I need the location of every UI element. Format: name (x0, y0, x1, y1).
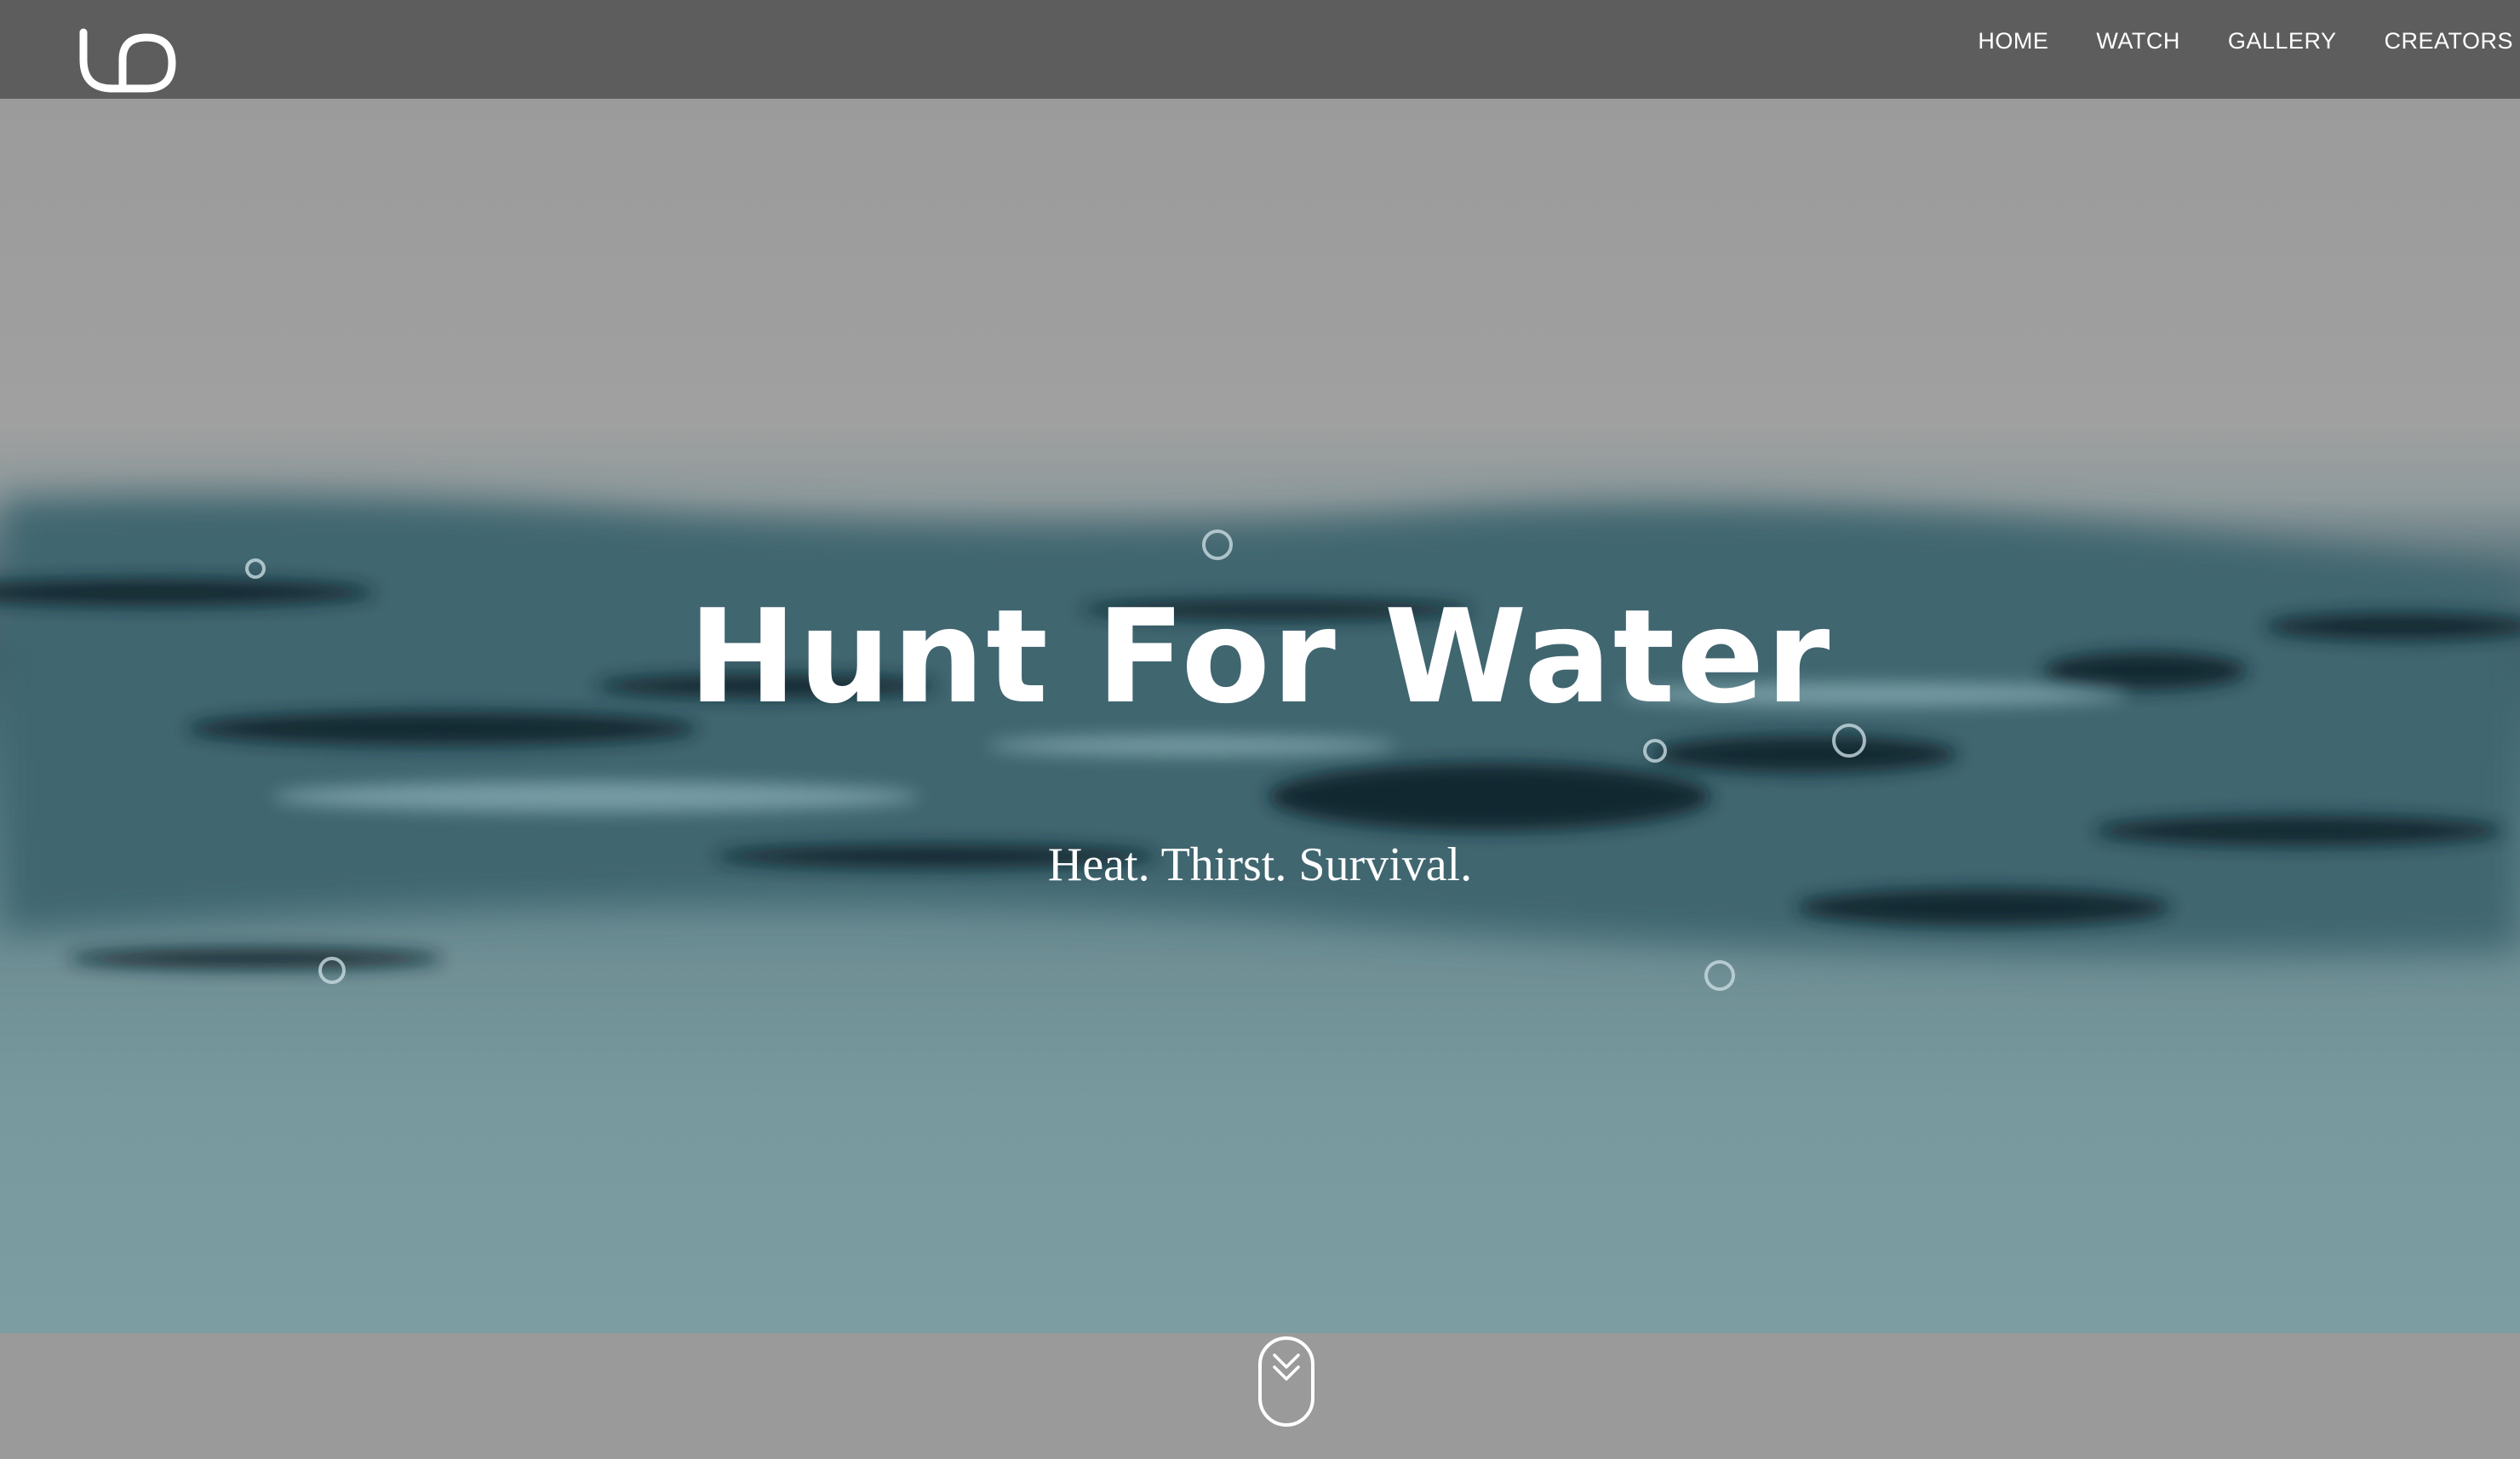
main-nav: HOME WATCH GALLERY CREATORS (1930, 0, 2520, 82)
nav-item-watch[interactable]: WATCH (2096, 28, 2179, 54)
ud-logo-icon[interactable] (78, 26, 180, 97)
top-navbar: HOME WATCH GALLERY CREATORS (0, 0, 2520, 99)
chevron-double-down-icon (1273, 1353, 1300, 1381)
nav-item-home[interactable]: HOME (1978, 28, 2048, 54)
hero-section: Hunt For Water Heat. Thirst. Survival. (0, 99, 2520, 1333)
hero-title: Hunt For Water (688, 581, 1832, 732)
nav-item-creators[interactable]: CREATORS (2384, 28, 2513, 54)
scroll-down-button[interactable] (1258, 1336, 1314, 1427)
hero-tagline: Heat. Thirst. Survival. (1047, 838, 1473, 891)
page: HOME WATCH GALLERY CREATORS Hunt For Wat… (0, 0, 2520, 1459)
nav-item-gallery[interactable]: GALLERY (2228, 28, 2337, 54)
